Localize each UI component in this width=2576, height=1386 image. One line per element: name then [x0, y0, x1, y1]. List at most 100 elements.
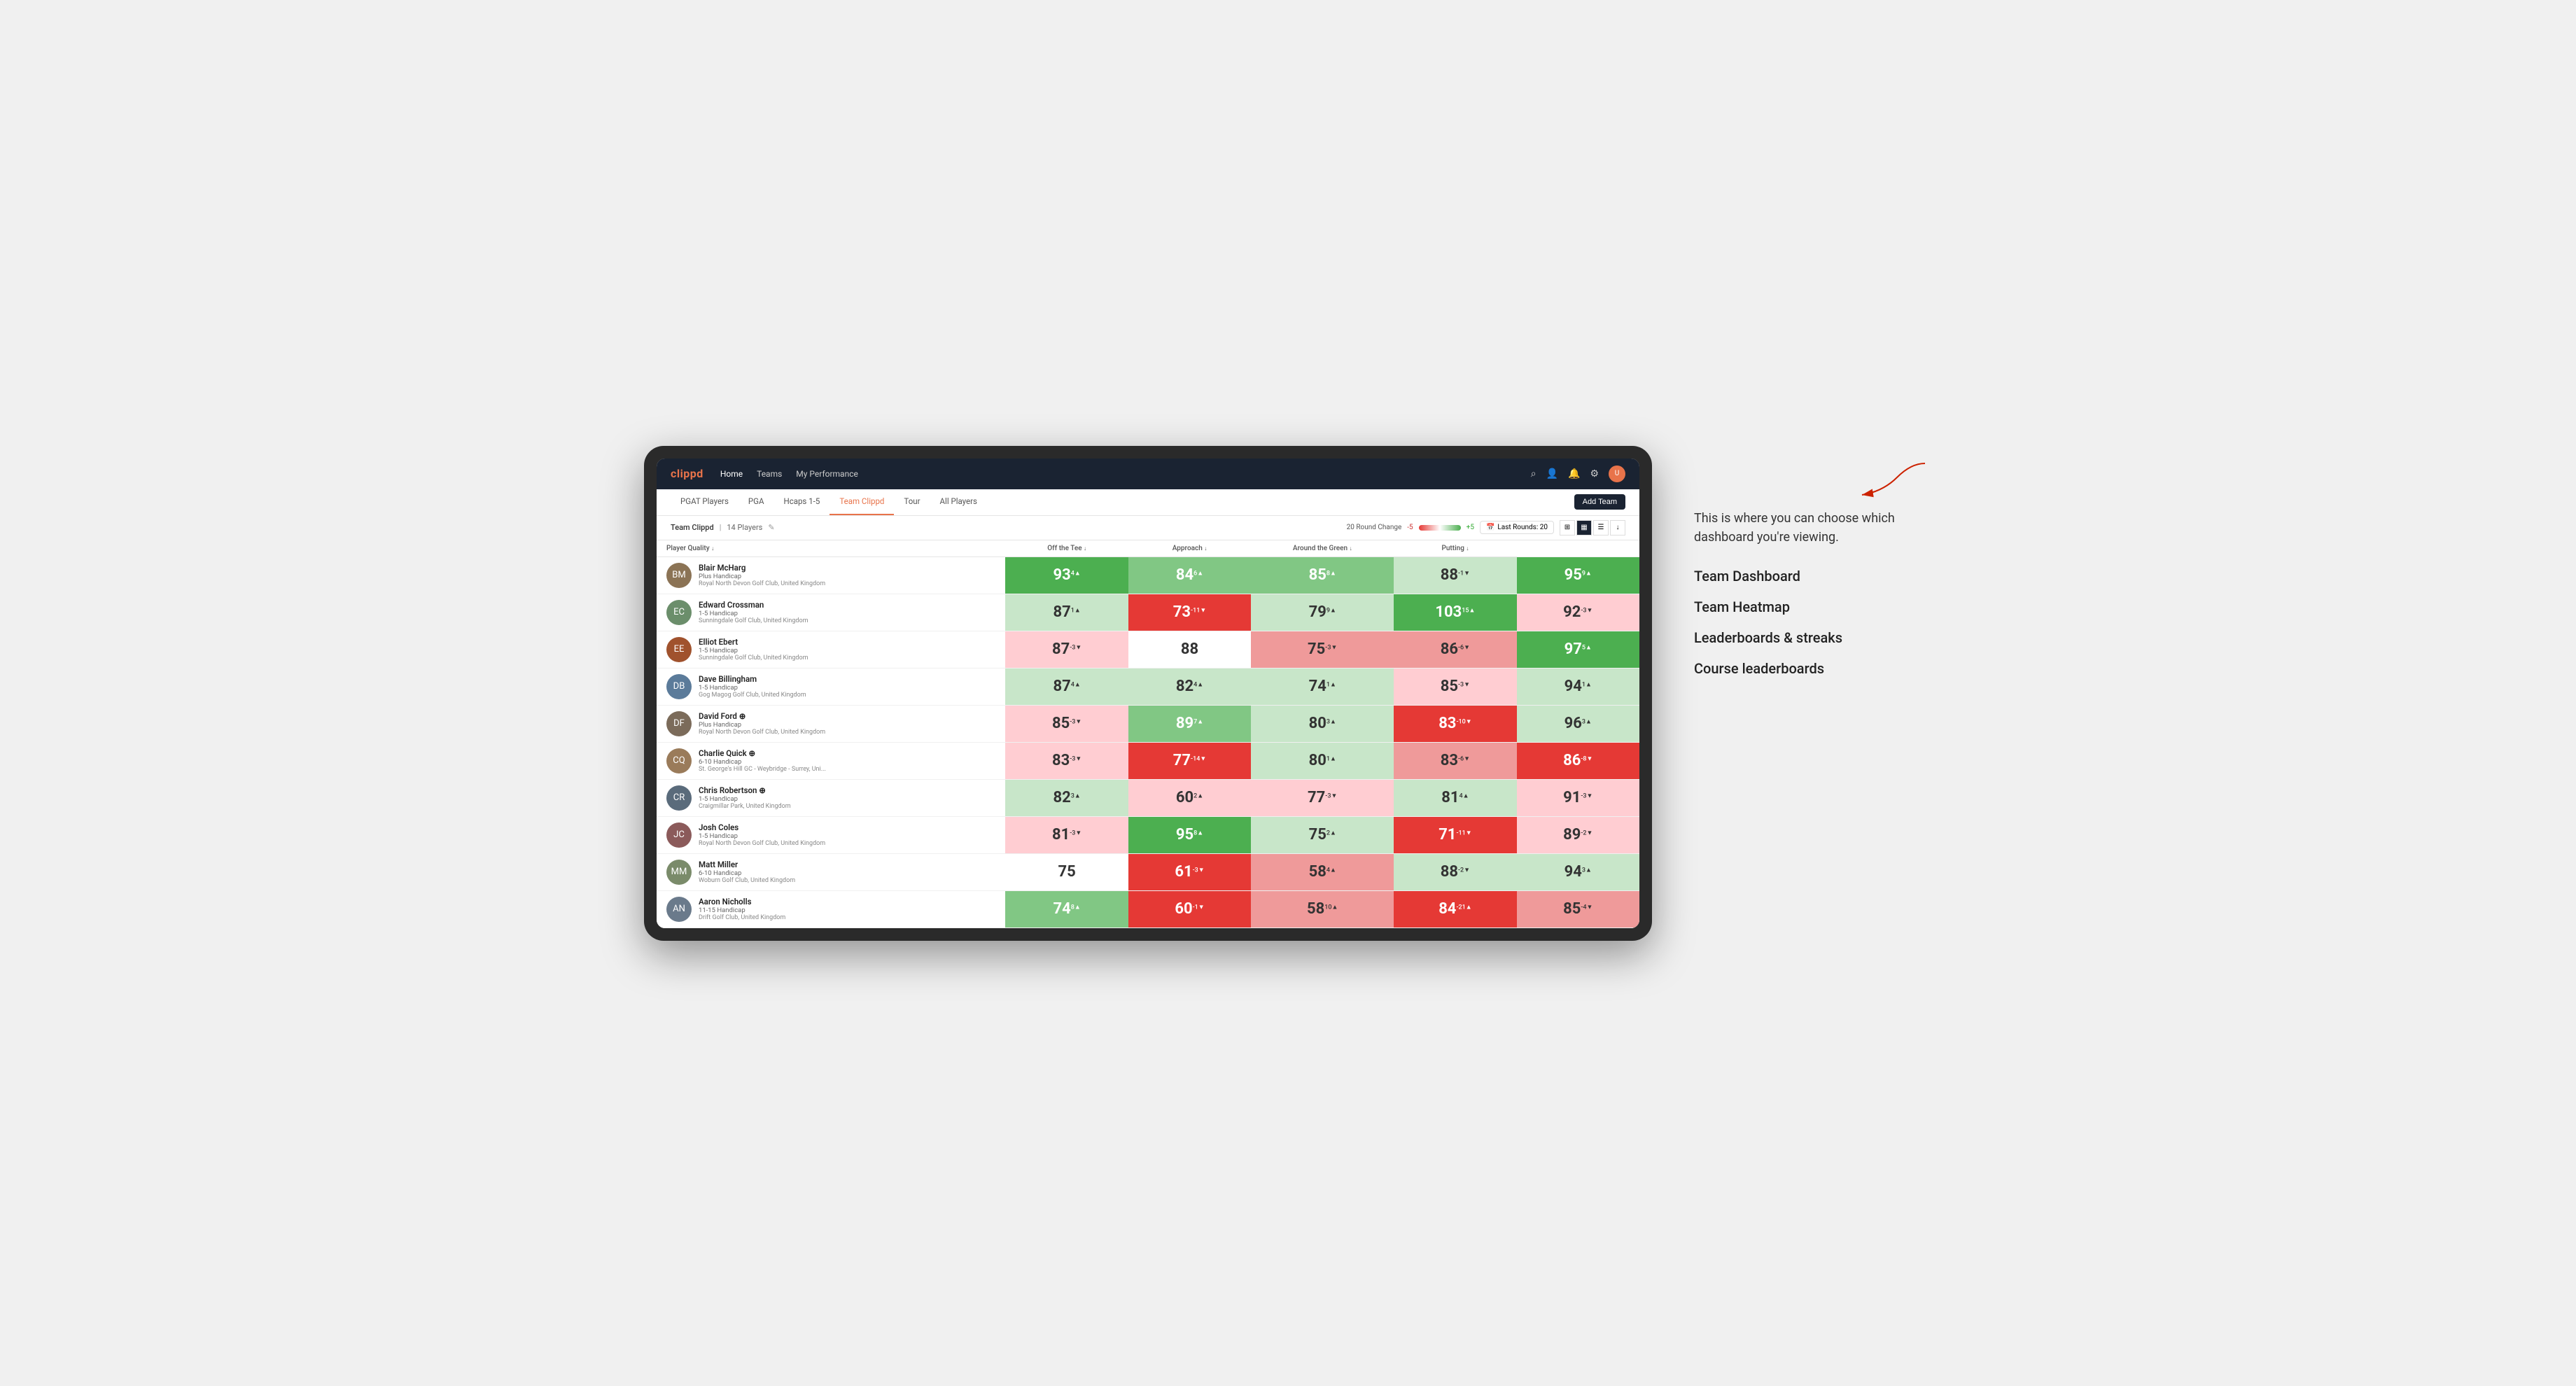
col-header-off-tee[interactable]: Off the Tee ↓ [1005, 540, 1128, 557]
tab-pgat-players[interactable]: PGAT Players [671, 489, 738, 515]
player-club: Drift Golf Club, United Kingdom [699, 914, 785, 921]
annotation-list: Team Dashboard Team Heatmap Leaderboards… [1694, 568, 1932, 677]
tab-pga[interactable]: PGA [738, 489, 774, 515]
player-cell[interactable]: MM Matt Miller 6-10 Handicap Woburn Golf… [657, 853, 1005, 890]
score-value: 79 [1309, 603, 1326, 621]
col-header-putting[interactable]: Putting ↓ [1394, 540, 1516, 557]
score-cell: 958▲ [1128, 816, 1251, 853]
score-cell: 823▲ [1005, 779, 1128, 816]
score-value: 75 [1309, 826, 1326, 844]
score-delta: 3▲ [1582, 719, 1592, 726]
tab-all-players[interactable]: All Players [930, 489, 987, 515]
score-value: 89 [1176, 715, 1194, 732]
nav-my-performance[interactable]: My Performance [796, 466, 858, 482]
player-cell[interactable]: CQ Charlie Quick ⊕ 6-10 Handicap St. Geo… [657, 742, 1005, 779]
score-delta: -2▼ [1458, 867, 1470, 874]
player-cell[interactable]: DF David Ford ⊕ Plus Handicap Royal Nort… [657, 705, 1005, 742]
nav-teams[interactable]: Teams [757, 466, 782, 482]
search-icon[interactable]: ⌕ [1531, 468, 1536, 479]
score-cell: 584▲ [1251, 853, 1394, 890]
annotation-item-heatmap: Team Heatmap [1694, 598, 1932, 615]
score-cell: 87-3▼ [1005, 631, 1128, 668]
tablet-device: clippd Home Teams My Performance ⌕ 👤 🔔 ⚙… [644, 446, 1652, 941]
score-value: 74 [1054, 900, 1071, 918]
player-name: Edward Crossman [699, 600, 808, 610]
score-value: 88 [1441, 566, 1458, 584]
score-delta: -11▼ [1191, 608, 1206, 615]
grid-view-button[interactable]: ⊞ [1560, 520, 1575, 536]
table-row: CR Chris Robertson ⊕ 1-5 Handicap Craigm… [657, 779, 1639, 816]
heatmap-view-button[interactable]: ▦ [1576, 520, 1592, 536]
score-value: 85 [1309, 566, 1326, 584]
player-name: Blair McHarg [699, 563, 825, 573]
score-delta: -6▼ [1458, 756, 1470, 763]
score-value: 80 [1309, 752, 1326, 769]
tab-hcaps[interactable]: Hcaps 1-5 [774, 489, 830, 515]
score-delta: -11▼ [1456, 830, 1471, 837]
score-delta: -1▼ [1458, 570, 1470, 578]
player-club: Royal North Devon Golf Club, United King… [699, 729, 825, 736]
score-cell: 83-3▼ [1005, 742, 1128, 779]
score-cell: 88-2▼ [1394, 853, 1516, 890]
tab-team-clippd[interactable]: Team Clippd [830, 489, 894, 515]
avatar: EC [666, 600, 692, 625]
player-cell[interactable]: EC Edward Crossman 1-5 Handicap Sunningd… [657, 594, 1005, 631]
score-value: 74 [1309, 678, 1326, 695]
edit-icon[interactable]: ✎ [768, 523, 774, 532]
score-delta: 8▲ [1071, 904, 1081, 911]
score-value: 60 [1175, 900, 1192, 918]
score-delta: 2▲ [1326, 830, 1336, 837]
annotation-item-leaderboards: Leaderboards & streaks [1694, 629, 1932, 646]
col-header-player[interactable]: Player Quality ↓ [657, 540, 1005, 557]
list-view-button[interactable]: ☰ [1593, 520, 1609, 536]
add-team-button[interactable]: Add Team [1574, 494, 1625, 510]
score-delta: -8▼ [1581, 756, 1592, 763]
score-value: 81 [1441, 789, 1459, 806]
user-icon[interactable]: 👤 [1546, 468, 1558, 479]
player-club: St. George's Hill GC - Weybridge - Surre… [699, 766, 826, 773]
player-cell[interactable]: CR Chris Robertson ⊕ 1-5 Handicap Craigm… [657, 779, 1005, 816]
col-header-approach[interactable]: Approach ↓ [1128, 540, 1251, 557]
score-delta: -3▼ [1325, 793, 1337, 800]
player-cell[interactable]: AN Aaron Nicholls 11-15 Handicap Drift G… [657, 890, 1005, 927]
player-cell[interactable]: JC Josh Coles 1-5 Handicap Royal North D… [657, 816, 1005, 853]
player-hcp: Plus Handicap [699, 721, 825, 729]
score-cell: 959▲ [1517, 556, 1639, 594]
settings-icon[interactable]: ⚙ [1590, 468, 1599, 479]
score-delta: 4▲ [1194, 682, 1203, 689]
score-cell: 75-3▼ [1251, 631, 1394, 668]
table-row: DB Dave Billingham 1-5 Handicap Gog Mago… [657, 668, 1639, 705]
last-rounds-button[interactable]: 📅 Last Rounds: 20 [1480, 521, 1554, 534]
team-bar: Team Clippd | 14 Players ✎ 20 Round Chan… [657, 516, 1639, 540]
score-delta: -21▲ [1456, 904, 1471, 911]
score-cell: 799▲ [1251, 594, 1394, 631]
avatar: BM [666, 563, 692, 588]
player-cell[interactable]: DB Dave Billingham 1-5 Handicap Gog Mago… [657, 668, 1005, 705]
avatar: MM [666, 860, 692, 885]
player-club: Royal North Devon Golf Club, United King… [699, 840, 825, 847]
score-cell: 61-3▼ [1128, 853, 1251, 890]
nav-home[interactable]: Home [720, 466, 743, 482]
score-cell: 941▲ [1517, 668, 1639, 705]
player-cell[interactable]: EE Elliot Ebert 1-5 Handicap Sunningdale… [657, 631, 1005, 668]
score-cell: 75 [1005, 853, 1128, 890]
score-cell: 85-3▼ [1005, 705, 1128, 742]
tab-tour[interactable]: Tour [894, 489, 930, 515]
score-delta: 3▲ [1326, 719, 1336, 726]
score-value: 71 [1438, 826, 1456, 844]
score-value: 80 [1309, 715, 1326, 732]
player-name: David Ford ⊕ [699, 711, 825, 721]
user-avatar[interactable]: U [1609, 465, 1625, 482]
table-row: EC Edward Crossman 1-5 Handicap Sunningd… [657, 594, 1639, 631]
score-cell: 83-10▼ [1394, 705, 1516, 742]
download-button[interactable]: ↓ [1610, 520, 1625, 536]
score-value: 86 [1441, 640, 1458, 658]
player-cell[interactable]: BM Blair McHarg Plus Handicap Royal Nort… [657, 556, 1005, 594]
col-header-around-green[interactable]: Around the Green ↓ [1251, 540, 1394, 557]
table-row: AN Aaron Nicholls 11-15 Handicap Drift G… [657, 890, 1639, 927]
bell-icon[interactable]: 🔔 [1568, 468, 1580, 479]
score-cell: 871▲ [1005, 594, 1128, 631]
score-cell: 84-21▲ [1394, 890, 1516, 927]
last-rounds-label: Last Rounds: 20 [1497, 524, 1548, 531]
player-club: Craigmillar Park, United Kingdom [699, 803, 791, 810]
